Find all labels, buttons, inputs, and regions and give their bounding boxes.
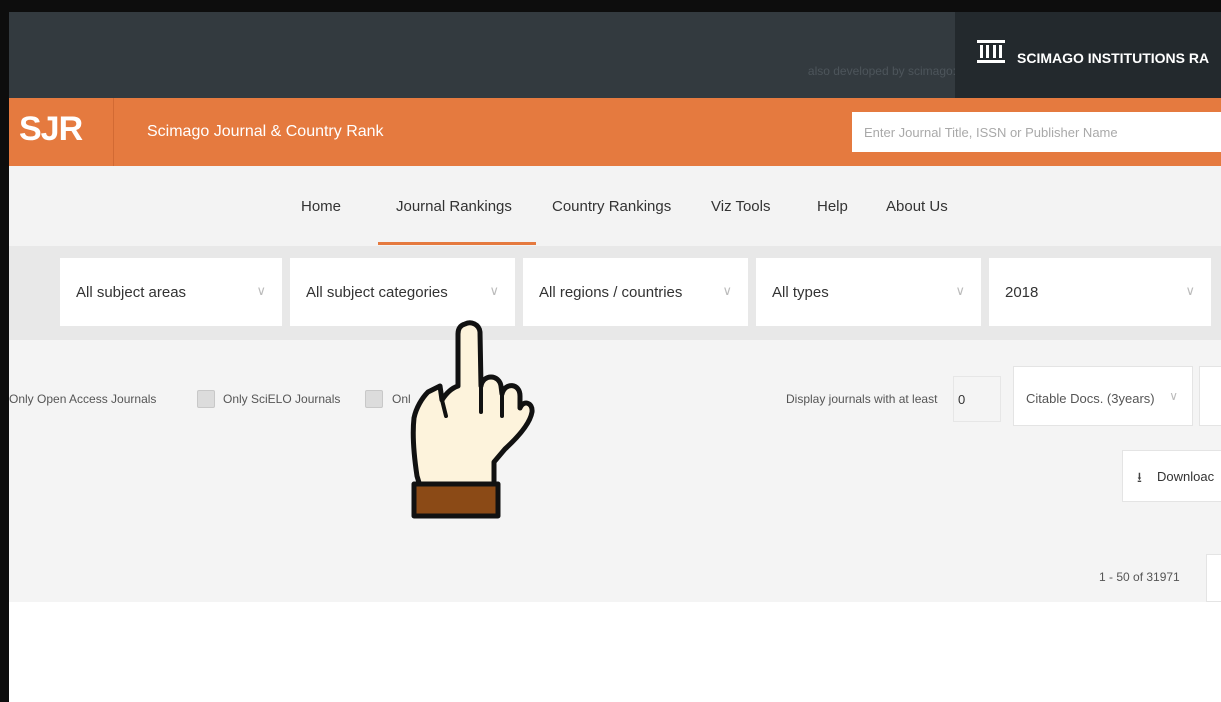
display-min-label: Display journals with at least xyxy=(786,392,938,406)
nav-active-indicator xyxy=(378,242,536,245)
metric-dropdown[interactable]: Citable Docs. (3years) ∨ xyxy=(1013,366,1193,426)
journal-search-input[interactable] xyxy=(852,112,1221,152)
nav-journal-rankings[interactable]: Journal Rankings xyxy=(396,198,512,215)
download-button[interactable]: ⭳ Downloac xyxy=(1122,450,1221,502)
site-title[interactable]: Scimago Journal & Country Rank xyxy=(147,123,384,141)
open-access-checkbox[interactable] xyxy=(197,390,215,408)
types-dropdown[interactable]: All types ∨ xyxy=(756,258,981,326)
site-header: SJR Scimago Journal & Country Rank xyxy=(9,98,1221,166)
filter-bar: All subject areas ∨ All subject categori… xyxy=(9,246,1221,340)
institution-building-icon xyxy=(977,40,1005,64)
year-label: 2018 xyxy=(1005,284,1039,301)
chevron-down-icon: ∨ xyxy=(955,283,965,298)
scielo-checkbox[interactable] xyxy=(365,390,383,408)
chevron-down-icon: ∨ xyxy=(1169,389,1178,403)
chevron-down-icon: ∨ xyxy=(256,283,266,298)
year-dropdown[interactable]: 2018 ∨ xyxy=(989,258,1211,326)
screen-frame-left xyxy=(0,0,9,702)
min-count-input[interactable] xyxy=(953,376,1001,422)
pointing-hand-icon xyxy=(410,320,535,519)
download-label: Downloac xyxy=(1157,469,1215,484)
regions-label: All regions / countries xyxy=(539,284,683,301)
types-label: All types xyxy=(772,284,829,301)
previous-page-button[interactable] xyxy=(1206,554,1221,602)
screen-frame-top xyxy=(0,0,1221,12)
nav-help[interactable]: Help xyxy=(817,198,848,215)
nav-country-rankings[interactable]: Country Rankings xyxy=(552,198,671,215)
chevron-down-icon: ∨ xyxy=(1185,283,1195,298)
open-access-label: Only Open Access Journals xyxy=(9,392,157,406)
apply-button[interactable] xyxy=(1199,366,1221,426)
chevron-down-icon: ∨ xyxy=(722,283,732,298)
subject-categories-label: All subject categories xyxy=(306,284,448,301)
main-nav: Home Journal Rankings Country Rankings V… xyxy=(9,166,1221,246)
metric-label: Citable Docs. (3years) xyxy=(1026,391,1155,406)
pagination-info: 1 - 50 of 31971 xyxy=(1099,570,1180,584)
scielo-label: Only SciELO Journals xyxy=(223,392,341,406)
nav-viz-tools[interactable]: Viz Tools xyxy=(711,198,770,215)
scimago-institutions-label: SCIMAGO INSTITUTIONS RA xyxy=(1017,50,1210,66)
chevron-down-icon: ∨ xyxy=(489,283,499,298)
also-developed-text: also developed by scimago: xyxy=(807,64,956,78)
scimago-institutions-link[interactable]: SCIMAGO INSTITUTIONS RA xyxy=(955,12,1221,98)
nav-home[interactable]: Home xyxy=(301,198,341,215)
options-panel: Only Open Access Journals Only SciELO Jo… xyxy=(9,340,1221,602)
download-icon: ⭳ xyxy=(1137,469,1142,485)
regions-dropdown[interactable]: All regions / countries ∨ xyxy=(523,258,748,326)
nav-about-us[interactable]: About Us xyxy=(886,198,948,215)
subject-areas-dropdown[interactable]: All subject areas ∨ xyxy=(60,258,282,326)
sjr-logo[interactable]: SJR xyxy=(19,110,83,149)
header-divider xyxy=(113,98,114,166)
subject-areas-label: All subject areas xyxy=(76,284,187,301)
